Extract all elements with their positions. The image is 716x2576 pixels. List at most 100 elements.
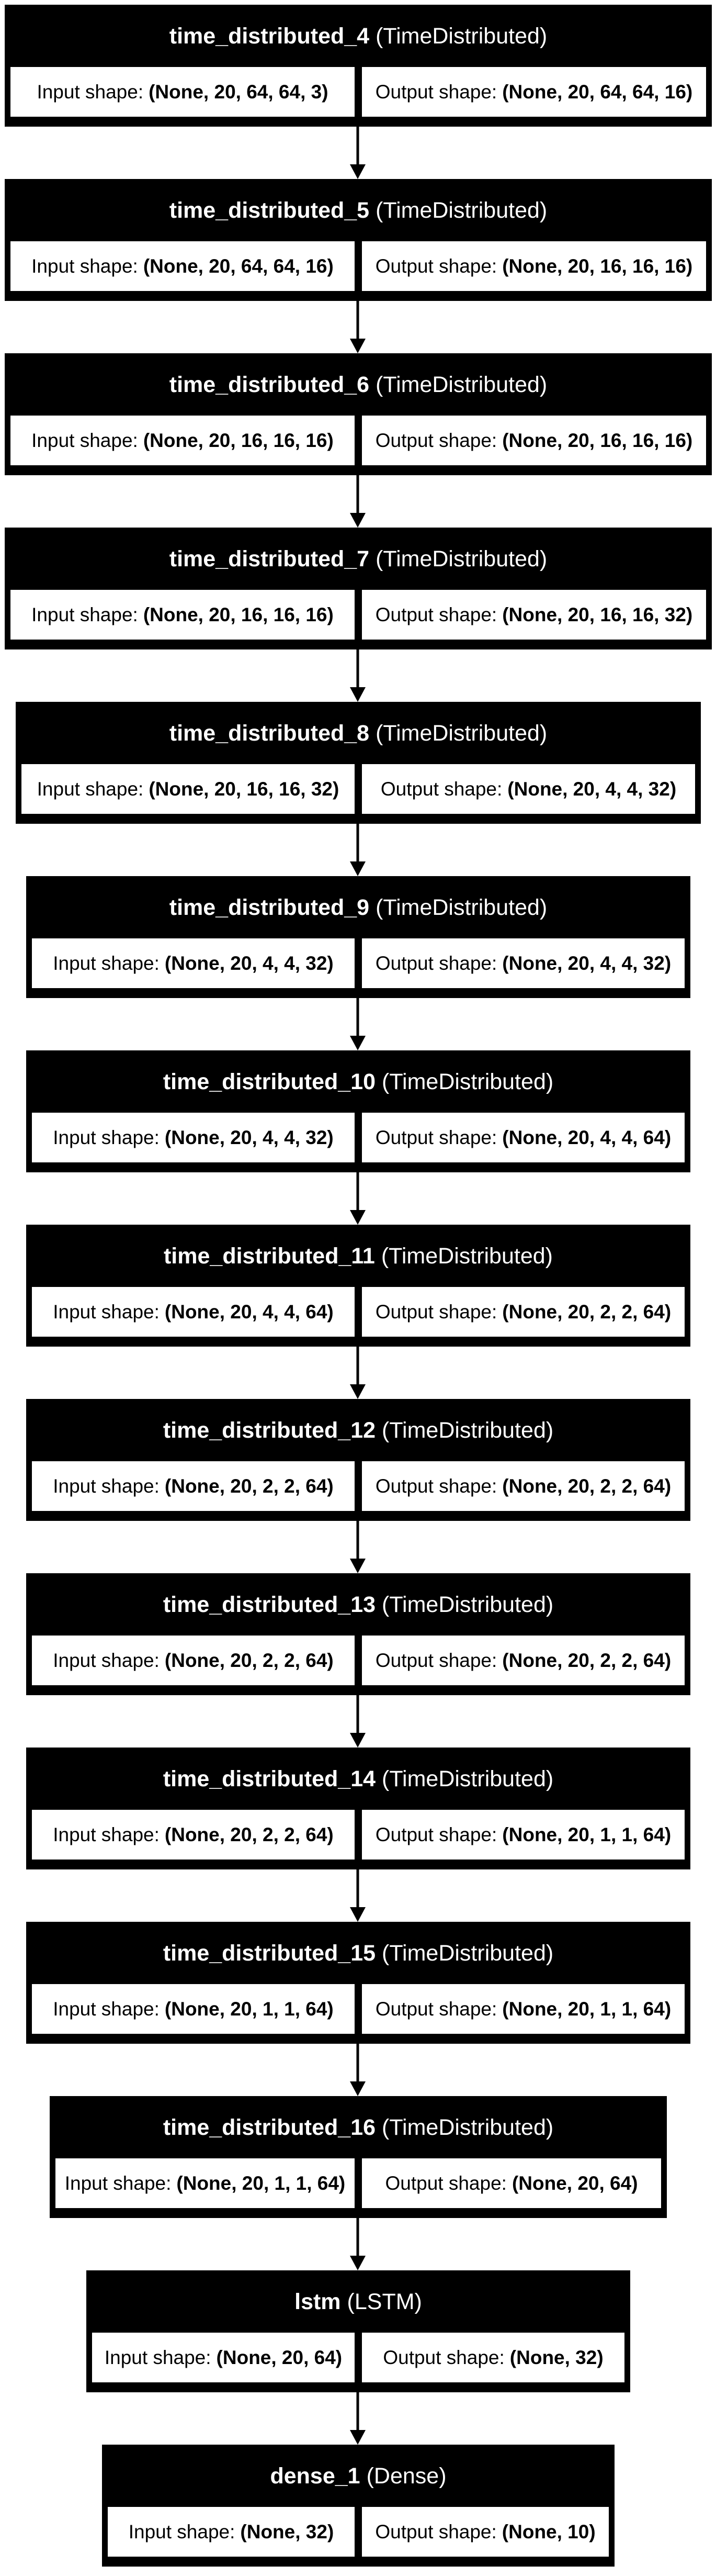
input-shape-cell: Input shape: (None, 20, 2, 2, 64) (30, 1634, 356, 1687)
layer-type: (TimeDistributed) (382, 1766, 554, 1791)
layer-node-lstm: lstm (LSTM) Input shape: (None, 20, 64) Outp… (86, 2270, 630, 2392)
input-shape-value: (None, 20, 4, 4, 32) (164, 952, 334, 974)
layer-type: (TimeDistributed) (376, 23, 548, 49)
input-shape-cell: Input shape: (None, 20, 4, 4, 32) (30, 1111, 356, 1164)
arrow-head-icon (350, 2081, 366, 2096)
arrow-head-icon (350, 1907, 366, 1922)
input-shape-cell: Input shape: (None, 20, 4, 4, 64) (30, 1285, 356, 1338)
layer-node-time-distributed-6: time_distributed_6 (TimeDistributed) Input… (5, 353, 712, 475)
output-shape-label: Output shape: (375, 429, 497, 451)
layer-header: lstm (LSTM) (88, 2272, 628, 2331)
layer-node-time-distributed-16: time_distributed_16 (TimeDistributed) Inpu… (50, 2096, 667, 2218)
output-shape-label: Output shape: (375, 1475, 497, 1497)
layer-name: time_distributed_10 (163, 1069, 376, 1094)
output-shape-value: (None, 20, 4, 4, 32) (507, 778, 677, 800)
layer-shapes: Input shape: (None, 20, 2, 2, 64) Output s… (28, 1460, 688, 1515)
output-shape-cell: Output shape: (None, 20, 2, 2, 64) (360, 1285, 686, 1338)
input-shape-value: (None, 20, 64, 64, 3) (149, 81, 328, 103)
input-shape-value: (None, 20, 4, 4, 64) (164, 1301, 334, 1323)
input-shape-label: Input shape: (31, 603, 138, 625)
output-shape-label: Output shape: (375, 2521, 497, 2543)
layer-type: (TimeDistributed) (382, 1592, 554, 1617)
output-shape-cell: Output shape: (None, 20, 1, 1, 64) (360, 1983, 686, 2035)
layer-header: time_distributed_10 (TimeDistributed) (28, 1052, 688, 1111)
layer-type: (TimeDistributed) (376, 894, 548, 920)
output-shape-value: (None, 20, 64, 64, 16) (502, 81, 693, 103)
output-shape-value: (None, 20, 64) (512, 2172, 638, 2194)
layer-name: time_distributed_15 (163, 1940, 376, 1966)
layer-name: time_distributed_11 (163, 1243, 375, 1269)
input-shape-cell: Input shape: (None, 20, 4, 4, 32) (30, 937, 356, 990)
output-shape-cell: Output shape: (None, 20, 4, 4, 32) (360, 763, 697, 815)
layer-header: time_distributed_15 (TimeDistributed) (28, 1924, 688, 1983)
layer-shapes: Input shape: (None, 32) Output shape: (None… (104, 2505, 612, 2560)
output-shape-cell: Output shape: (None, 20, 64) (360, 2157, 663, 2210)
layer-shapes: Input shape: (None, 20, 16, 16, 16) Output… (7, 588, 710, 643)
input-shape-value: (None, 20, 16, 16, 32) (149, 778, 339, 800)
layer-name: time_distributed_6 (169, 372, 370, 397)
layer-header: time_distributed_13 (TimeDistributed) (28, 1575, 688, 1634)
layer-node-dense-1: dense_1 (Dense) Input shape: (None, 32) Outp… (102, 2445, 615, 2567)
input-shape-label: Input shape: (53, 1823, 160, 1845)
output-shape-value: (None, 20, 16, 16, 16) (502, 255, 693, 277)
output-shape-value: (None, 20, 2, 2, 64) (502, 1475, 672, 1497)
layer-shapes: Input shape: (None, 20, 4, 4, 32) Output s… (28, 1111, 688, 1166)
output-shape-value: (None, 20, 1, 1, 64) (502, 1823, 672, 1845)
layer-header: time_distributed_14 (TimeDistributed) (28, 1750, 688, 1808)
layer-shapes: Input shape: (None, 20, 64, 64, 16) Output… (7, 240, 710, 295)
layer-node-time-distributed-11: time_distributed_11 (TimeDistributed) Inpu… (26, 1225, 690, 1347)
input-shape-label: Input shape: (64, 2172, 172, 2194)
output-shape-cell: Output shape: (None, 20, 16, 16, 16) (360, 240, 708, 293)
input-shape-value: (None, 20, 64) (216, 2346, 343, 2368)
input-shape-cell: Input shape: (None, 20, 64, 64, 16) (9, 240, 356, 293)
arrow-head-icon (350, 339, 366, 353)
output-shape-label: Output shape: (375, 1649, 497, 1671)
layer-shapes: Input shape: (None, 20, 16, 16, 16) Output… (7, 414, 710, 469)
output-shape-cell: Output shape: (None, 20, 16, 16, 16) (360, 414, 708, 467)
input-shape-cell: Input shape: (None, 20, 16, 16, 32) (20, 763, 356, 815)
input-shape-label: Input shape: (53, 1998, 160, 2020)
layer-node-time-distributed-5: time_distributed_5 (TimeDistributed) Input… (5, 179, 712, 301)
layer-header: time_distributed_11 (TimeDistributed) (28, 1227, 688, 1285)
layer-type: (TimeDistributed) (382, 1417, 554, 1443)
output-shape-cell: Output shape: (None, 20, 2, 2, 64) (360, 1460, 686, 1513)
layer-type: (TimeDistributed) (376, 720, 548, 746)
input-shape-label: Input shape: (31, 429, 138, 451)
layer-shapes: Input shape: (None, 20, 4, 4, 64) Output s… (28, 1285, 688, 1340)
output-shape-label: Output shape: (375, 1126, 497, 1148)
output-shape-cell: Output shape: (None, 32) (360, 2331, 626, 2384)
layer-header: time_distributed_9 (TimeDistributed) (28, 878, 688, 937)
output-shape-value: (None, 20, 16, 16, 16) (502, 429, 693, 451)
layer-name: dense_1 (270, 2463, 360, 2489)
output-shape-value: (None, 20, 1, 1, 64) (502, 1998, 672, 2020)
layer-type: (Dense) (366, 2463, 447, 2489)
input-shape-label: Input shape: (37, 81, 144, 103)
layer-shapes: Input shape: (None, 20, 16, 16, 32) Output… (18, 763, 699, 817)
input-shape-label: Input shape: (37, 778, 144, 800)
input-shape-cell: Input shape: (None, 20, 16, 16, 16) (9, 414, 356, 467)
arrow-head-icon (350, 1384, 366, 1399)
output-shape-value: (None, 20, 2, 2, 64) (502, 1649, 672, 1671)
layer-node-time-distributed-7: time_distributed_7 (TimeDistributed) Input… (5, 528, 712, 649)
output-shape-cell: Output shape: (None, 20, 1, 1, 64) (360, 1808, 686, 1861)
layer-header: time_distributed_12 (TimeDistributed) (28, 1401, 688, 1460)
layer-type: (TimeDistributed) (376, 197, 548, 223)
layer-type: (TimeDistributed) (382, 1940, 554, 1966)
output-shape-label: Output shape: (380, 778, 503, 800)
layer-name: lstm (294, 2289, 341, 2314)
output-shape-value: (None, 20, 16, 16, 32) (502, 603, 693, 625)
input-shape-label: Input shape: (53, 1475, 160, 1497)
output-shape-label: Output shape: (375, 952, 497, 974)
arrow-head-icon (350, 687, 366, 702)
arrow-head-icon (350, 861, 366, 876)
layer-name: time_distributed_4 (169, 23, 370, 49)
layer-header: time_distributed_8 (TimeDistributed) (18, 704, 699, 763)
input-shape-cell: Input shape: (None, 32) (106, 2505, 356, 2558)
input-shape-value: (None, 20, 64, 64, 16) (143, 255, 334, 277)
input-shape-cell: Input shape: (None, 20, 1, 1, 64) (30, 1983, 356, 2035)
input-shape-cell: Input shape: (None, 20, 2, 2, 64) (30, 1460, 356, 1513)
layer-header: time_distributed_6 (TimeDistributed) (7, 355, 710, 414)
layer-name: time_distributed_8 (169, 720, 370, 746)
layer-shapes: Input shape: (None, 20, 1, 1, 64) Output s… (52, 2157, 665, 2212)
layer-name: time_distributed_16 (163, 2114, 376, 2140)
